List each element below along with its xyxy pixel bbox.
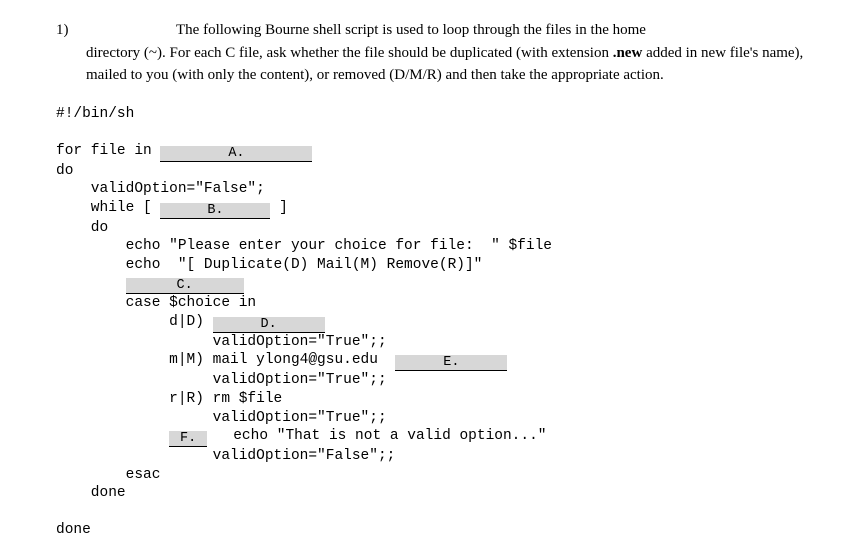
blank-a[interactable]: A. <box>160 146 312 162</box>
blank-b[interactable]: B. <box>160 203 270 219</box>
done-line-1: done <box>56 522 91 538</box>
question-body: directory (~). For each C file, ask whet… <box>86 43 815 87</box>
extension-bold: .new <box>613 45 643 61</box>
case-r-valid: validOption="True";; <box>56 410 387 426</box>
question-number: 1) <box>56 22 176 39</box>
case-m-valid: validOption="True";; <box>56 372 387 388</box>
echo-line-2: echo "[ Duplicate(D) Mail(M) Remove(R)]" <box>56 257 482 273</box>
echo-line-1: echo "Please enter your choice for file:… <box>56 238 552 254</box>
esac-line: esac <box>56 467 160 483</box>
page-container: 1)The following Bourne shell script is u… <box>0 0 865 560</box>
case-f-pre <box>56 428 169 444</box>
done-line-2: done <box>56 485 126 501</box>
do-line-1: do <box>56 163 73 179</box>
question-first-line: 1)The following Bourne shell script is u… <box>56 22 815 39</box>
case-f-post: echo "That is not a valid option..." <box>207 428 546 444</box>
case-line: case $choice in <box>56 295 256 311</box>
blank-d[interactable]: D. <box>213 317 325 333</box>
question-line2: directory (~). For each C file, ask whet… <box>86 45 613 61</box>
for-keyword: for file in <box>56 143 160 159</box>
case-d-pre: d|D) <box>56 314 213 330</box>
case-r-line: r|R) rm $file <box>56 391 282 407</box>
shebang-line: #!/bin/sh <box>56 106 134 122</box>
case-f-valid: validOption="False";; <box>56 448 395 464</box>
blank-e[interactable]: E. <box>395 355 507 371</box>
question-line1: The following Bourne shell script is use… <box>176 22 646 38</box>
do-line-2: do <box>56 220 108 236</box>
code-block: #!/bin/sh for file in A. do validOption=… <box>56 105 815 540</box>
question-block: 1)The following Bourne shell script is u… <box>56 22 815 87</box>
blank-c[interactable]: C. <box>126 278 244 294</box>
case-d-valid: validOption="True";; <box>56 334 387 350</box>
blank-f[interactable]: F. <box>169 431 207 447</box>
while-post: ] <box>270 200 287 216</box>
valid-option-init: validOption="False"; <box>56 181 265 197</box>
case-m-pre: m|M) mail ylong4@gsu.edu <box>56 352 395 368</box>
indent-c <box>56 275 126 291</box>
while-pre: while [ <box>56 200 160 216</box>
